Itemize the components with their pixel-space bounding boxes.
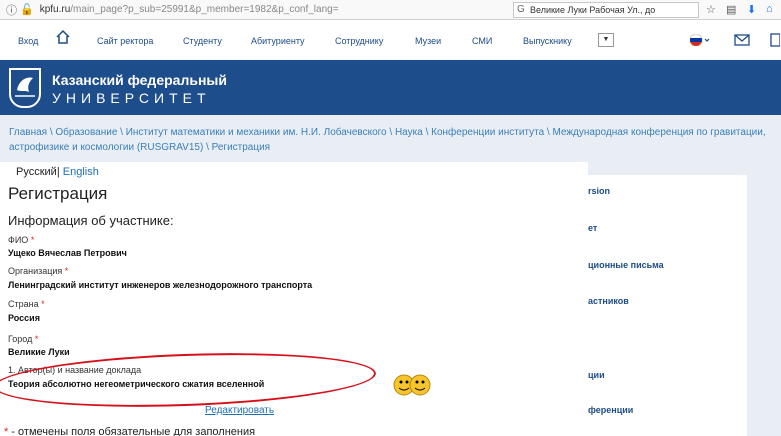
sidebar-item-2[interactable]: ет	[588, 223, 597, 233]
breadcrumb[interactable]: Главная \ Образование \ Институт математ…	[9, 125, 781, 155]
russian-flag-icon[interactable]	[689, 33, 712, 48]
reader-icon[interactable]: ▤	[726, 3, 736, 16]
home-icon[interactable]: ⌂	[766, 3, 773, 15]
nav-graduate[interactable]: Выпускнику	[523, 36, 572, 46]
mail-icon[interactable]	[734, 34, 750, 48]
search-field[interactable]: G Великие Луки Рабочая Ул., до	[513, 2, 699, 18]
field-label-city: Город *	[8, 334, 39, 344]
nav-student[interactable]: Студенту	[183, 36, 222, 46]
top-navigation: Вход Сайт ректора Студенту Абитуриенту С…	[0, 20, 781, 60]
sidebar-item-participants[interactable]: астников	[588, 296, 629, 306]
edit-link[interactable]: Редактировать	[205, 405, 274, 416]
main-content: Русский| English Регистрация Информация …	[0, 162, 588, 436]
download-icon[interactable]: ⬇	[747, 3, 756, 16]
bookmark-star-icon[interactable]: ☆	[706, 3, 716, 16]
site-header: Казанский федеральный УНИВЕРСИТЕТ	[0, 60, 781, 115]
field-value-city: Великие Луки	[8, 347, 70, 357]
address-bar[interactable]: kpfu.ru/main_page?p_sub=25991&p_member=1…	[40, 4, 339, 15]
smiley-faces-icon	[390, 372, 434, 398]
document-icon[interactable]	[770, 33, 781, 49]
field-label-country: Страна *	[8, 299, 45, 309]
page-title: Регистрация	[8, 184, 108, 203]
nav-dropdown[interactable]: ▼	[598, 33, 614, 47]
sidebar-item-conference[interactable]: ференции	[588, 405, 633, 415]
nav-login[interactable]: Вход	[18, 36, 38, 46]
lang-russian: Русский	[16, 166, 57, 178]
home-nav-icon[interactable]	[55, 29, 71, 47]
field-label-fio: ФИО *	[8, 235, 35, 245]
kfu-logo-icon[interactable]	[9, 68, 41, 108]
field-label-organization: Организация *	[8, 266, 69, 276]
nav-employee[interactable]: Сотруднику	[335, 36, 383, 46]
insecure-lock-icon[interactable]: 🔓	[20, 3, 34, 16]
nav-applicant[interactable]: Абитуриенту	[251, 36, 305, 46]
sidebar-item-version[interactable]: rsion	[588, 186, 610, 196]
nav-media[interactable]: СМИ	[472, 36, 492, 46]
field-value-fio: Ущеко Вячеслав Петрович	[8, 248, 127, 258]
red-annotation-ellipse	[0, 347, 377, 413]
brand-name-line2[interactable]: УНИВЕРСИТЕТ	[52, 90, 211, 106]
section-title: Информация об участнике:	[8, 213, 174, 228]
field-value-country: Россия	[8, 313, 40, 323]
lang-english-link[interactable]: English	[63, 166, 99, 178]
sidebar-item-letters[interactable]: ционные письма	[588, 260, 664, 270]
language-switcher: Русский| English	[16, 166, 99, 178]
required-note: * - отмечены поля обязательные для запол…	[4, 426, 256, 436]
nav-museums[interactable]: Музеи	[415, 36, 441, 46]
brand-name-line1[interactable]: Казанский федеральный	[52, 72, 227, 88]
field-value-organization: Ленинградский институт инженеров железно…	[8, 280, 313, 290]
nav-rector-site[interactable]: Сайт ректора	[97, 36, 153, 46]
info-icon[interactable]: ⓘ	[6, 2, 17, 18]
google-icon: G	[517, 4, 525, 15]
sidebar-item-sections[interactable]: ции	[588, 370, 605, 380]
